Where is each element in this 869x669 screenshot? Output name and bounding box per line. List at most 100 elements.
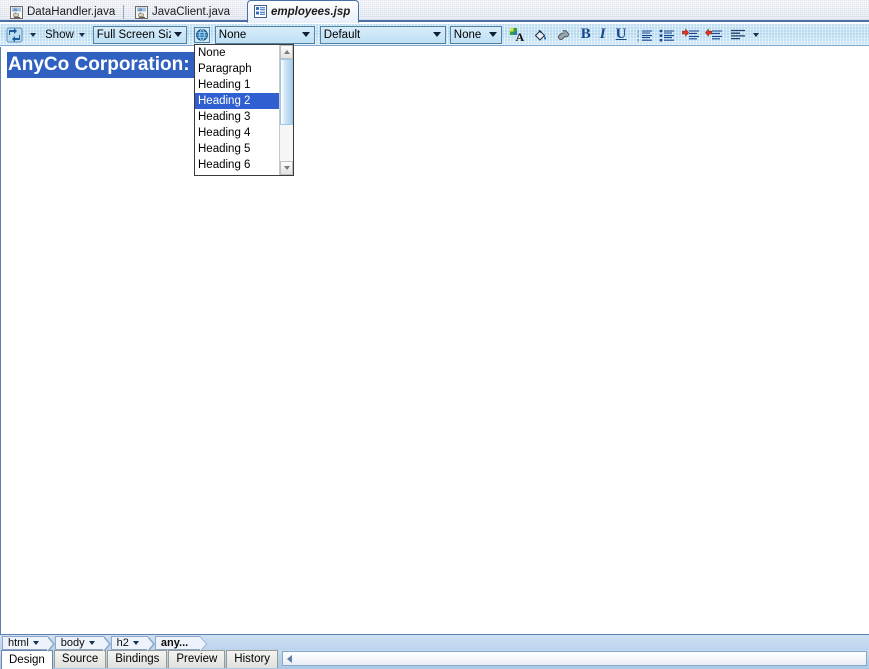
outdent-button[interactable] (703, 25, 724, 44)
style-dropdown-options: None Paragraph Heading 1 Heading 2 Headi… (195, 45, 279, 175)
editor-tab-javaclient[interactable]: JA JavaClient.java (129, 2, 238, 22)
tab-label: History (234, 653, 270, 665)
dropdown-option-heading-6[interactable]: Heading 6 (195, 157, 279, 173)
italic-button[interactable]: I (598, 25, 608, 44)
chevron-down-icon (79, 33, 85, 37)
italic-label: I (600, 26, 606, 43)
refresh-button[interactable] (4, 25, 25, 44)
browser-preview-button[interactable] (192, 25, 212, 44)
editor-tab-label: JavaClient.java (152, 6, 230, 18)
tab-design[interactable]: Design (1, 650, 53, 669)
chevron-down-icon[interactable] (430, 32, 445, 37)
java-file-icon: JA (135, 6, 148, 19)
insert-link-button[interactable] (553, 25, 574, 44)
scrollbar-thumb[interactable] (280, 59, 293, 125)
scroll-down-button[interactable] (280, 161, 293, 175)
svg-text:A: A (515, 30, 524, 43)
dropdown-option-heading-4[interactable]: Heading 4 (195, 125, 279, 141)
bold-label: B (581, 26, 591, 43)
editor-tab-strip: JA DataHandler.java JA JavaClient.java (0, 0, 869, 22)
jsp-file-icon (254, 5, 267, 18)
editor-tab-datahandler[interactable]: JA DataHandler.java (4, 2, 123, 22)
breadcrumb-body[interactable]: body (55, 636, 104, 650)
chevron-down-icon[interactable] (486, 32, 501, 37)
screen-size-value: Full Screen Size (97, 29, 171, 41)
chevron-down-icon (30, 33, 36, 37)
show-label: Show (43, 29, 76, 41)
indent-button[interactable] (680, 25, 701, 44)
refresh-dropdown-button[interactable] (27, 25, 39, 44)
link-icon (555, 27, 572, 43)
dropdown-option-heading-1[interactable]: Heading 1 (195, 77, 279, 93)
refresh-icon (6, 27, 23, 43)
numbered-list-icon: 1 2 3 (637, 28, 653, 42)
dropdown-option-none[interactable]: None (195, 45, 279, 61)
font-size-value: None (454, 29, 486, 41)
java-file-icon: JA (10, 6, 23, 19)
show-menu-button[interactable]: Show (41, 25, 90, 44)
underline-label: U (616, 26, 627, 43)
align-dropdown-button[interactable] (750, 25, 762, 44)
scroll-left-button[interactable] (283, 655, 296, 663)
breadcrumb-current-element[interactable]: any... (155, 636, 200, 650)
bold-button[interactable]: B (579, 25, 593, 44)
font-family-value: Default (324, 29, 430, 41)
tab-bindings[interactable]: Bindings (107, 650, 167, 668)
breadcrumb-html[interactable]: html (2, 636, 48, 650)
jdeveloper-jsp-visual-editor: JA DataHandler.java JA JavaClient.java (0, 0, 869, 669)
bulleted-list-icon (659, 28, 675, 42)
tab-history[interactable]: History (226, 650, 278, 668)
tab-label: Source (62, 653, 98, 665)
style-combo[interactable]: None (215, 26, 315, 44)
horizontal-scrollbar[interactable] (282, 651, 867, 666)
fill-color-button[interactable] (530, 25, 551, 44)
breadcrumb-label: html (8, 637, 29, 649)
chevron-down-icon (753, 33, 759, 37)
font-family-combo[interactable]: Default (320, 26, 446, 44)
underline-button[interactable]: U (614, 25, 629, 44)
dropdown-option-paragraph[interactable]: Paragraph (195, 61, 279, 77)
style-combo-value: None (219, 29, 299, 41)
dropdown-option-heading-5[interactable]: Heading 5 (195, 141, 279, 157)
font-color-button[interactable]: A (507, 25, 528, 44)
dropdown-option-heading-2[interactable]: Heading 2 (195, 93, 279, 109)
align-button[interactable] (728, 25, 748, 44)
element-breadcrumb-bar: html body h2 any... (0, 635, 869, 651)
bulleted-list-button[interactable] (657, 25, 677, 44)
globe-icon (194, 27, 210, 43)
font-size-combo[interactable]: None (450, 26, 502, 44)
indent-right-icon (682, 28, 699, 42)
chevron-down-icon (89, 641, 95, 645)
style-dropdown-list[interactable]: None Paragraph Heading 1 Heading 2 Headi… (194, 44, 294, 176)
design-toolbar: Show Full Screen Size None Default None (0, 24, 869, 46)
tab-label: Bindings (115, 653, 159, 665)
scrollbar-track[interactable] (280, 59, 293, 161)
numbered-list-button[interactable]: 1 2 3 (635, 25, 655, 44)
svg-text:3: 3 (637, 37, 640, 42)
dropdown-scrollbar[interactable] (279, 45, 293, 175)
screen-size-combo[interactable]: Full Screen Size (93, 26, 187, 44)
breadcrumb-h2[interactable]: h2 (111, 636, 148, 650)
align-left-icon (730, 28, 746, 42)
breadcrumb-label: h2 (117, 637, 129, 649)
editor-tab-label: employees.jsp (271, 6, 350, 18)
chevron-down-icon[interactable] (171, 32, 186, 37)
breadcrumb-label: any... (161, 637, 188, 649)
breadcrumb-label: body (61, 637, 85, 649)
editor-tab-employees-jsp[interactable]: employees.jsp (247, 0, 359, 23)
tab-preview[interactable]: Preview (168, 650, 225, 668)
chevron-down-icon[interactable] (299, 32, 314, 37)
editor-tab-label: DataHandler.java (27, 6, 115, 18)
font-color-icon: A (509, 27, 526, 43)
editor-view-tab-bar: Design Source Bindings Preview History (0, 650, 869, 669)
paint-bucket-icon (532, 27, 549, 43)
chevron-down-icon (133, 641, 139, 645)
indent-left-icon (705, 28, 722, 42)
design-canvas[interactable]: AnyCo Corporation: HR Ap (0, 47, 869, 635)
dropdown-option-heading-3[interactable]: Heading 3 (195, 109, 279, 125)
tab-label: Preview (176, 653, 217, 665)
tab-label: Design (9, 654, 45, 666)
tab-source[interactable]: Source (54, 650, 106, 668)
scroll-up-button[interactable] (280, 45, 293, 59)
chevron-down-icon (33, 641, 39, 645)
